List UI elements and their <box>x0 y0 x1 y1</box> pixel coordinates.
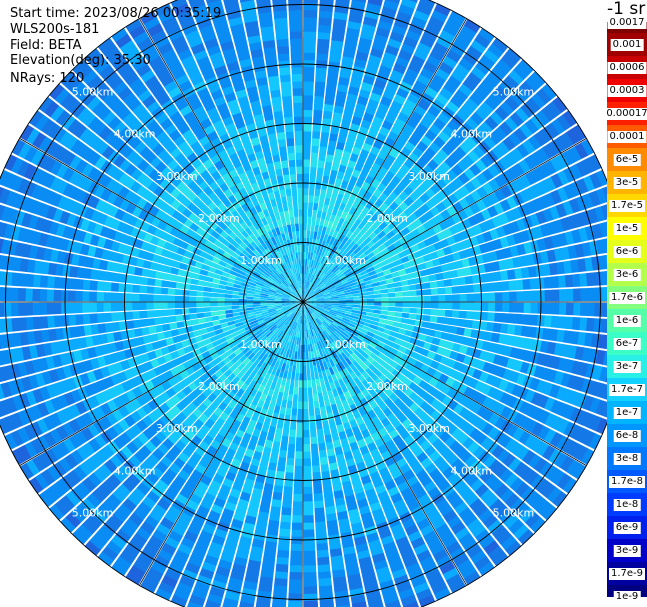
nrays-label: NRays: 120 <box>10 71 85 86</box>
colorbar-tick-label: 1.7e-6 <box>608 292 646 305</box>
elevation-label: Elevation(deg): 35.30 <box>10 53 151 68</box>
colorbar-tick-label: 6e-6 <box>613 246 641 259</box>
colorbar-tick-label: 0.0006 <box>607 62 647 75</box>
ppi-ray-gates <box>395 291 403 297</box>
colorbar-tick-label: 0.001 <box>610 39 644 52</box>
range-ring-label: 1.00km <box>324 338 366 351</box>
range-ring-label: 1.00km <box>240 338 282 351</box>
range-ring-label: 2.00km <box>198 212 240 225</box>
ppi-ray-gates <box>217 297 225 302</box>
colorbar-tick-label: 0.0001 <box>607 131 647 144</box>
colorbar-tick-label: 1.7e-9 <box>608 567 646 580</box>
ppi-ray-gates <box>298 380 303 388</box>
range-ring-label: 2.00km <box>366 212 408 225</box>
colorbar-tick-label: 6e-9 <box>613 521 641 534</box>
colorbar-tick-label: 6e-8 <box>613 429 641 442</box>
range-ring-label: 1.00km <box>324 254 366 267</box>
range-ring-label: 3.00km <box>156 422 198 435</box>
field-label: Field: BETA <box>10 38 82 53</box>
range-ring-label: 4.00km <box>451 464 493 477</box>
colorbar-tick-label: 1e-6 <box>613 314 641 327</box>
range-ring-label: 3.00km <box>408 422 450 435</box>
ppi-ray-gates <box>381 297 389 302</box>
colorbar-tick-label: 1.7e-5 <box>608 200 646 213</box>
colorbar-tick-label: 3e-9 <box>613 544 641 557</box>
range-ring-label: 4.00km <box>114 464 156 477</box>
colorbar-tick-label: 0.0017 <box>607 16 647 29</box>
colorbar-tick-label: 1e-7 <box>613 406 641 419</box>
range-ring-label: 4.00km <box>114 128 156 141</box>
range-ring-label: 2.00km <box>198 380 240 393</box>
colorbar-tick-label: 1.7e-8 <box>608 475 646 488</box>
ppi-ray-gates <box>303 600 319 607</box>
range-ring-label: 5.00km <box>493 86 535 99</box>
colorbar-tick-label: 6e-7 <box>613 337 641 350</box>
range-ring-label: 1.00km <box>240 254 282 267</box>
start-time-label: Start time: 2023/08/26 00:35:19 <box>10 6 222 21</box>
instrument-label: WLS200s-181 <box>10 22 100 37</box>
colorbar-tick-label: 3e-5 <box>613 177 641 190</box>
range-ring-label: 3.00km <box>156 170 198 183</box>
range-ring-label: 2.00km <box>366 380 408 393</box>
colorbar-tick-label: 0.00017 <box>604 108 647 121</box>
colorbar-tick-label: 3e-8 <box>613 452 641 465</box>
colorbar-tick-label: 1e-8 <box>613 498 641 511</box>
colorbar-tick-label: 0.0003 <box>607 85 647 98</box>
ppi-scan-plot: 1.00km 1.00km 1.00km 1.00km 2.00km 2.00km 2.00… <box>0 0 631 607</box>
colorbar-tick-label: 3e-7 <box>613 360 641 373</box>
colorbar-tick-label: 1e-9 <box>613 590 641 603</box>
colorbar-tick-label: 1e-5 <box>613 223 641 236</box>
colorbar-tick-label: 3e-6 <box>613 269 641 282</box>
range-ring-label: 4.00km <box>451 128 493 141</box>
range-ring-label: 3.00km <box>408 170 450 183</box>
ppi-ray-gates <box>293 386 299 395</box>
ppi-ray-gates <box>381 302 389 307</box>
colorbar-tick-label: 1.7e-7 <box>608 383 646 396</box>
range-ring-label: 5.00km <box>493 506 535 519</box>
range-ring-label: 5.00km <box>72 506 114 519</box>
range-ring-label: 5.00km <box>72 86 114 99</box>
colorbar-tick-label: 6e-5 <box>613 154 641 167</box>
